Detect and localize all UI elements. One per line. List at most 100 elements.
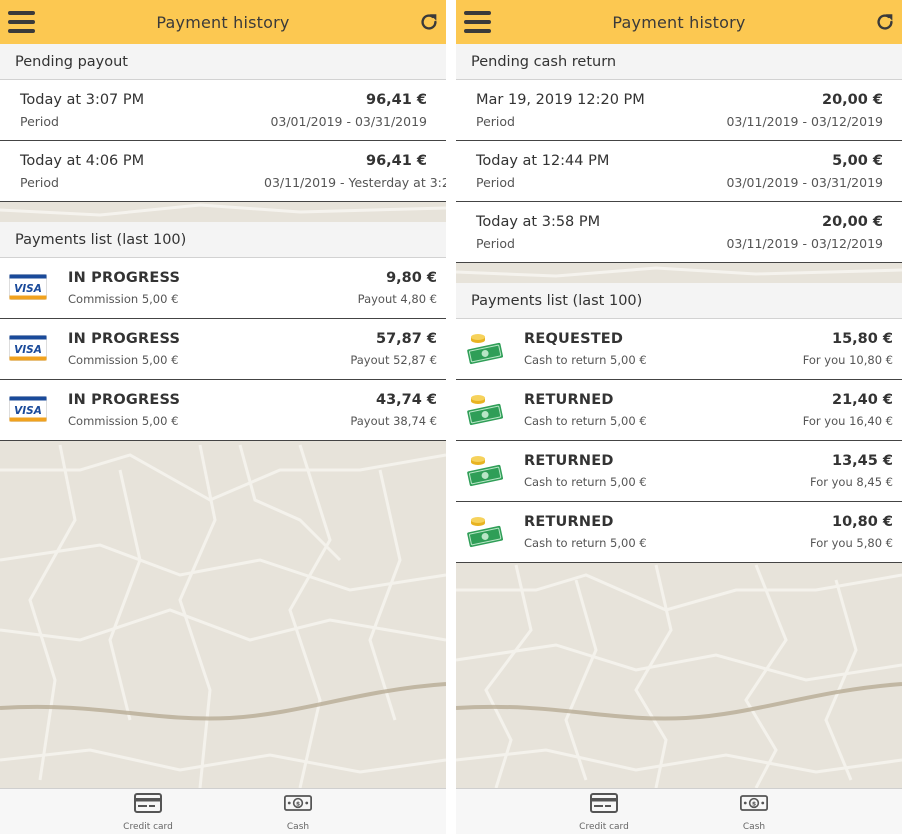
cash-to-return-text: Cash to return 5,00 € <box>524 414 647 428</box>
visa-card-icon: VISA <box>9 396 47 422</box>
payment-row[interactable]: RETURNED Cash to return 5,00 € 13,45 € F… <box>456 441 902 502</box>
svg-text:$: $ <box>752 801 756 808</box>
hamburger-menu-icon[interactable] <box>464 11 491 33</box>
payment-row[interactable]: VISA IN PROGRESS Commission 5,00 € 43,74… <box>0 380 446 441</box>
tab-credit-card-label: Credit card <box>579 822 629 832</box>
tab-credit-card[interactable]: Credit card <box>564 789 644 834</box>
pending-row[interactable]: Today at 3:07 PM Period 96,41 € 03/01/20… <box>0 80 446 141</box>
cash-bill-icon: $ <box>284 795 312 811</box>
pending-date: Today at 3:58 PM <box>476 214 601 230</box>
map-gap <box>0 202 446 222</box>
payment-row[interactable]: RETURNED Cash to return 5,00 € 21,40 € F… <box>456 380 902 441</box>
pending-date: Mar 19, 2019 12:20 PM <box>476 92 645 108</box>
commission-text: Commission 5,00 € <box>68 292 179 306</box>
right-screen: Payment history Pending cash return Mar … <box>456 0 902 834</box>
pending-section-header: Pending payout <box>0 44 446 80</box>
period-label: Period <box>476 175 515 190</box>
tab-credit-card[interactable]: Credit card <box>108 789 188 834</box>
payout-text: Payout 38,74 € <box>350 414 437 428</box>
app-header: Payment history <box>0 0 446 44</box>
payment-amount: 10,80 € <box>831 514 893 530</box>
pending-date: Today at 4:06 PM <box>20 153 145 169</box>
pending-row[interactable]: Today at 3:58 PM Period 20,00 € 03/11/20… <box>456 202 902 263</box>
cash-to-return-text: Cash to return 5,00 € <box>524 353 647 367</box>
cash-money-icon <box>467 456 504 487</box>
pending-date: Today at 12:44 PM <box>476 153 610 169</box>
pending-row[interactable]: Today at 12:44 PM Period 5,00 € 03/01/20… <box>456 141 902 202</box>
payment-amount: 9,80 € <box>386 270 437 286</box>
payout-text: Payout 4,80 € <box>357 292 437 306</box>
map-gap <box>456 263 902 283</box>
left-screen: Payment history Pending payout Today at … <box>0 0 446 834</box>
payout-text: Payout 52,87 € <box>350 353 437 367</box>
payment-status: RETURNED <box>524 514 614 530</box>
pending-amount: 20,00 € <box>821 92 883 108</box>
payment-row[interactable]: RETURNED Cash to return 5,00 € 10,80 € F… <box>456 502 902 563</box>
pending-amount: 96,41 € <box>365 153 427 169</box>
pending-row[interactable]: Today at 4:06 PM Period 96,41 € 03/11/20… <box>0 141 446 202</box>
tab-cash-label: Cash <box>286 822 310 832</box>
for-you-text: For you 10,80 € <box>802 353 893 367</box>
pending-row[interactable]: Mar 19, 2019 12:20 PM Period 20,00 € 03/… <box>456 80 902 141</box>
period-range: 03/01/2019 - 03/31/2019 <box>726 175 883 190</box>
tab-cash-label: Cash <box>742 822 766 832</box>
page-title: Payment history <box>156 12 290 32</box>
for-you-text: For you 16,40 € <box>802 414 893 428</box>
bottom-tab-bar: Credit card $ Cash <box>0 788 446 834</box>
payment-amount: 43,74 € <box>375 392 437 408</box>
tab-credit-card-label: Credit card <box>123 822 173 832</box>
svg-text:VISA: VISA <box>14 283 42 295</box>
svg-text:$: $ <box>296 801 300 808</box>
payment-row[interactable]: VISA IN PROGRESS Commission 5,00 € 9,80 … <box>0 258 446 319</box>
cash-to-return-text: Cash to return 5,00 € <box>524 475 647 489</box>
payment-status: RETURNED <box>524 453 614 469</box>
hamburger-menu-icon[interactable] <box>8 11 35 33</box>
period-range: 03/11/2019 - Yesterday at 3:2 <box>264 175 446 190</box>
period-range: 03/11/2019 - 03/12/2019 <box>726 236 883 251</box>
payment-row[interactable]: REQUESTED Cash to return 5,00 € 15,80 € … <box>456 319 902 380</box>
payments-section-header: Payments list (last 100) <box>0 222 446 258</box>
payment-row[interactable]: VISA IN PROGRESS Commission 5,00 € 57,87… <box>0 319 446 380</box>
period-label: Period <box>476 236 515 251</box>
refresh-icon[interactable] <box>418 11 440 33</box>
period-label: Period <box>476 114 515 129</box>
payment-status: IN PROGRESS <box>68 270 181 286</box>
for-you-text: For you 8,45 € <box>810 475 893 489</box>
payments-section-header: Payments list (last 100) <box>456 283 902 319</box>
pending-amount: 5,00 € <box>832 153 883 169</box>
credit-card-icon <box>134 793 162 813</box>
payment-status: RETURNED <box>524 392 614 408</box>
payment-amount: 13,45 € <box>831 453 893 469</box>
period-label: Period <box>20 175 59 190</box>
period-range: 03/01/2019 - 03/31/2019 <box>270 114 427 129</box>
payment-amount: 21,40 € <box>831 392 893 408</box>
pending-date: Today at 3:07 PM <box>20 92 145 108</box>
period-label: Period <box>20 114 59 129</box>
bottom-tab-bar: Credit card $ Cash <box>456 788 902 834</box>
cash-money-icon <box>467 517 504 548</box>
credit-card-icon <box>590 793 618 813</box>
tab-cash[interactable]: $ Cash <box>258 789 338 834</box>
cash-to-return-text: Cash to return 5,00 € <box>524 536 647 550</box>
cash-money-icon <box>467 395 504 426</box>
svg-text:VISA: VISA <box>14 344 42 356</box>
payment-status: REQUESTED <box>524 331 624 347</box>
for-you-text: For you 5,80 € <box>810 536 893 550</box>
cash-bill-icon: $ <box>740 795 768 811</box>
payment-status: IN PROGRESS <box>68 392 181 408</box>
commission-text: Commission 5,00 € <box>68 353 179 367</box>
main-content: Pending cash return Mar 19, 2019 12:20 P… <box>456 44 902 563</box>
cash-money-icon <box>467 334 504 365</box>
main-content: Pending payout Today at 3:07 PM Period 9… <box>0 44 446 441</box>
pending-amount: 20,00 € <box>821 214 883 230</box>
refresh-icon[interactable] <box>874 11 896 33</box>
app-header: Payment history <box>456 0 902 44</box>
period-range: 03/11/2019 - 03/12/2019 <box>726 114 883 129</box>
visa-card-icon: VISA <box>9 335 47 361</box>
pending-section-header: Pending cash return <box>456 44 902 80</box>
tab-cash[interactable]: $ Cash <box>714 789 794 834</box>
pending-amount: 96,41 € <box>365 92 427 108</box>
visa-card-icon: VISA <box>9 274 47 300</box>
payment-amount: 57,87 € <box>375 331 437 347</box>
payment-amount: 15,80 € <box>831 331 893 347</box>
